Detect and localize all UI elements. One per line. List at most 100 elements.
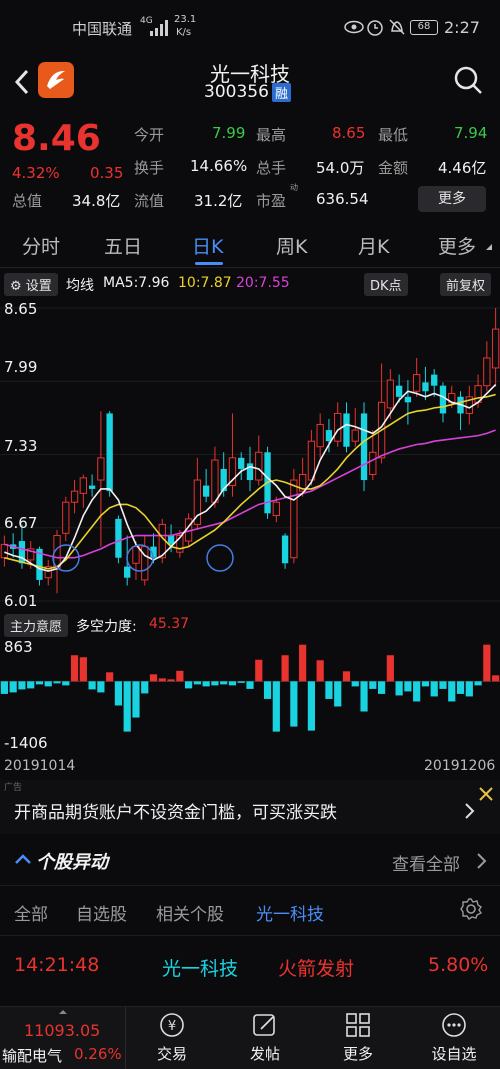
svg-text:¥: ¥ [168, 1019, 176, 1034]
nav-label: 更多 [342, 1045, 373, 1063]
candle-down [431, 374, 438, 386]
tab-more[interactable]: 更多 [438, 232, 476, 259]
flow-bar-negative [18, 681, 26, 690]
kline-chart[interactable]: 8.65 7.99 7.33 6.67 6.01 [0, 296, 500, 610]
view-all-link[interactable]: 查看全部 [392, 850, 460, 875]
candle-down [246, 463, 254, 481]
nav-label: 发帖 [249, 1045, 280, 1063]
flow-bar-negative [448, 681, 456, 702]
change-value: 0.35 [90, 164, 124, 182]
tab-daily-k[interactable]: 日K [192, 232, 223, 259]
alert-time: 14:21:48 [14, 954, 100, 976]
flow-bar-positive [386, 655, 394, 682]
search-icon[interactable] [452, 64, 484, 96]
candle-down [115, 518, 122, 558]
flow-bar-negative [35, 681, 44, 685]
candle-down [88, 485, 96, 489]
dk-point-button[interactable]: DK点 [364, 273, 408, 296]
stock-code: 300356 [204, 82, 269, 102]
nav-add-watchlist[interactable]: 设自选 [424, 1011, 484, 1064]
current-price: 8.46 [12, 118, 101, 159]
nav-post[interactable]: 发帖 [243, 1011, 287, 1064]
quote-value: 14.66% [190, 157, 248, 175]
caret-up-icon [59, 1010, 67, 1014]
price-adjust-button[interactable]: 前复权 [440, 273, 492, 296]
flow-bar-negative [351, 681, 359, 687]
clock: 2:27 [444, 18, 480, 37]
caret-down-icon [486, 244, 492, 250]
flow-bar-negative [421, 681, 430, 687]
chart-settings-button[interactable]: ⚙ 设置 [4, 273, 58, 296]
movement-section-header: 个股异动 查看全部 [0, 836, 500, 886]
candle-down [124, 566, 131, 578]
change-percent: 4.32% [12, 164, 60, 182]
status-bar: 中国联通 4G 23.1 K/s 68 2:27 [0, 0, 500, 58]
movement-row[interactable]: 14:21:48 光一科技 火箭发射 5.80% [0, 936, 500, 996]
candle-down [404, 396, 412, 403]
nav-label: 交易 [156, 1045, 187, 1063]
chevron-right-icon [465, 803, 475, 819]
chevron-right-icon [477, 853, 487, 869]
filter-all[interactable]: 全部 [14, 900, 48, 925]
ad-tag: 广告 [4, 783, 23, 793]
flow-bar-negative [263, 681, 272, 699]
filter-related[interactable]: 相关个股 [156, 900, 224, 925]
flow-bar-negative [290, 681, 298, 727]
quote-label: 流值 [134, 192, 165, 210]
indicator-select-button[interactable]: 主力意愿 [4, 614, 69, 637]
chevron-up-icon[interactable] [14, 852, 32, 866]
flow-bar-negative [456, 681, 465, 694]
candle-up [255, 451, 263, 481]
flow-chart[interactable]: 863 -1406 [0, 636, 500, 754]
nav-more[interactable]: 更多 [336, 1011, 380, 1064]
quote-value: 8.65 [332, 124, 366, 142]
ma5-value: MA5:7.96 [103, 275, 170, 291]
tab-weekly-k[interactable]: 周K [276, 232, 307, 259]
tab-timeshare[interactable]: 分时 [22, 232, 60, 259]
candle-down [343, 413, 350, 447]
flow-bar-negative [9, 681, 17, 693]
grid-icon [346, 1013, 370, 1037]
nav-trade[interactable]: ¥ 交易 [150, 1011, 194, 1064]
candle-up [79, 477, 87, 494]
candle-up [290, 479, 298, 559]
quote-label: 最高 [256, 126, 287, 144]
candle-up [491, 328, 500, 369]
kline-svg [0, 307, 500, 602]
candle-down [238, 457, 245, 469]
flow-bar-negative [53, 681, 61, 684]
more-quote-button[interactable]: 更多 [418, 186, 486, 212]
start-date: 20191014 [4, 758, 76, 774]
filter-current-stock[interactable]: 光一科技 [256, 900, 324, 925]
filter-watchlist[interactable]: 自选股 [76, 900, 127, 925]
y-tick-label: 8.65 [4, 300, 38, 318]
flow-bar-negative [246, 681, 254, 689]
indicator-value: 45.37 [149, 616, 190, 632]
index-ticker[interactable]: 11093.05 输配电气 0.26% [0, 1007, 126, 1069]
tab-monthly-k[interactable]: 月K [358, 232, 389, 259]
candle-up [0, 543, 9, 559]
ma10-value: 10:7.87 [178, 275, 232, 291]
flow-bar-negative [44, 681, 52, 687]
flow-bar-negative [123, 681, 131, 732]
flow-bar-negative [439, 681, 447, 689]
mute-icon [389, 19, 405, 35]
tab-five-day[interactable]: 五日 [104, 232, 142, 259]
more-dots-icon [442, 1013, 466, 1037]
alert-percent: 5.80% [428, 954, 489, 976]
flow-bar-negative [132, 681, 140, 718]
candle-down [167, 535, 175, 545]
quote-value: 54.0万 [316, 159, 365, 177]
gear-icon[interactable] [460, 898, 482, 920]
flow-bar-negative [395, 681, 403, 696]
flow-bar-positive [158, 678, 166, 682]
close-icon[interactable] [478, 786, 494, 802]
flow-bar-positive [299, 644, 307, 682]
section-title: 个股异动 [36, 852, 108, 873]
index-name: 输配电气 [2, 1047, 63, 1065]
indicator-label: 多空力度: [76, 619, 137, 635]
ad-banner[interactable]: 广告 开商品期货账户不设资金门槛，可买涨买跌 [0, 780, 500, 834]
candle-down [281, 535, 289, 564]
candle-up [62, 501, 70, 534]
flow-bar-negative [97, 681, 105, 693]
